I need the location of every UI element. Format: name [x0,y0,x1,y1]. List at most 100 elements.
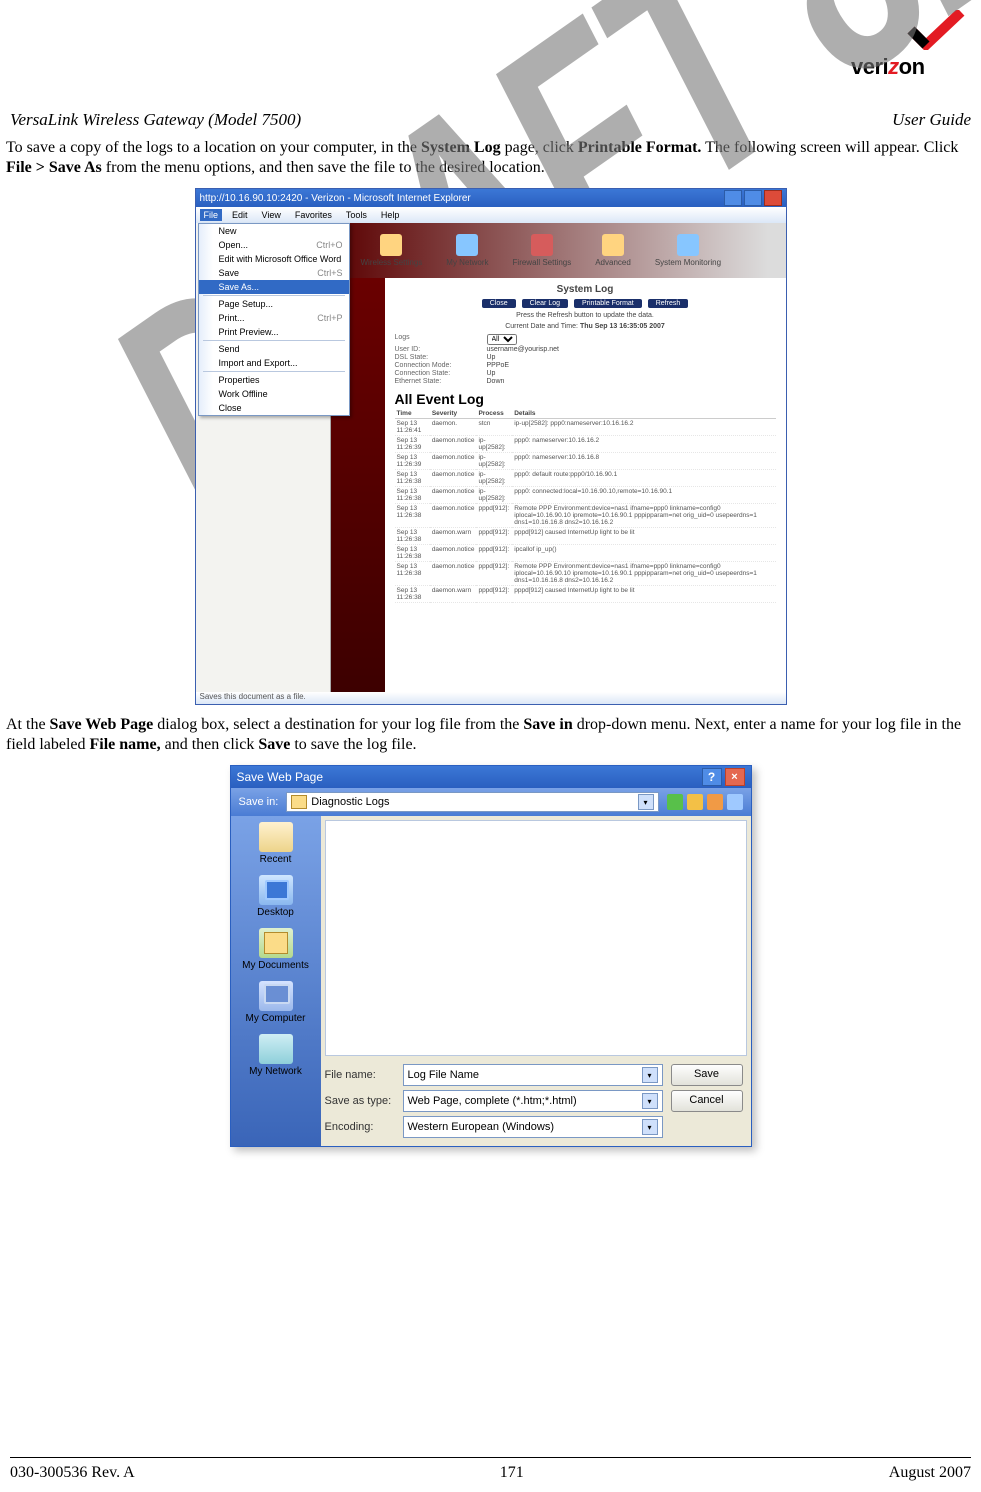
paragraph-2: At the Save Web Page dialog box, select … [6,715,975,755]
chevron-down-icon[interactable]: ▾ [642,1093,658,1109]
file-menu-dropdown: New Open...Ctrl+O Edit with Microsoft Of… [198,223,350,416]
table-row: Sep 13 11:26:41daemon.stcnip-up[2582]: p… [395,419,776,436]
save-as-type-label: Save as type: [325,1095,395,1107]
menu-favorites[interactable]: Favorites [291,209,336,221]
status-row: DSL State:Up [395,354,776,361]
file-name-input[interactable]: Log File Name ▾ [403,1064,663,1086]
menu-view[interactable]: View [258,209,285,221]
tab-firewall[interactable]: Firewall Settings [513,234,572,267]
file-menu-properties[interactable]: Properties [199,373,349,387]
footer-right: August 2007 [889,1464,971,1482]
minimize-icon[interactable] [724,190,742,206]
close-icon[interactable] [764,190,782,206]
encoding-combo[interactable]: Western European (Windows) ▾ [403,1116,663,1138]
menu-edit[interactable]: Edit [228,209,252,221]
btn-clearlog[interactable]: Clear Log [522,299,568,308]
file-menu-edit-with[interactable]: Edit with Microsoft Office Word [199,252,349,266]
table-row: Sep 13 11:26:38daemon.warnpppd[912]:pppd… [395,528,776,545]
verizon-logo: verizon [851,10,971,90]
tab-advanced[interactable]: Advanced [595,234,631,267]
running-header: VersaLink Wireless Gateway (Model 7500) … [10,110,971,130]
table-row: Sep 13 11:26:38daemon.noticeip-up[2582]:… [395,487,776,504]
save-as-type-combo[interactable]: Web Page, complete (*.htm;*.html) ▾ [403,1090,663,1112]
dialog-title-text: Save Web Page [237,770,324,784]
help-icon[interactable]: ? [702,768,722,786]
save-in-value: Diagnostic Logs [311,796,389,808]
back-icon[interactable] [667,794,683,810]
file-menu-new[interactable]: New [199,224,349,238]
places-bar: Recent Desktop My Documents My Computer … [231,816,321,1146]
cancel-button[interactable]: Cancel [671,1090,743,1112]
ie-title-text: http://10.16.90.10:2420 - Verizon - Micr… [200,193,471,204]
file-menu-work-offline[interactable]: Work Offline [199,387,349,401]
save-in-row: Save in: Diagnostic Logs ▾ [231,788,751,816]
tab-system[interactable]: System Monitoring [655,234,721,267]
up-one-level-icon[interactable] [687,794,703,810]
chevron-down-icon[interactable]: ▾ [638,794,654,810]
tab-mynetwork[interactable]: My Network [446,234,488,267]
btn-close[interactable]: Close [482,299,516,308]
maximize-icon[interactable] [744,190,762,206]
footer-left: 030-300536 Rev. A [10,1464,135,1482]
save-in-label: Save in: [239,796,279,808]
menu-tools[interactable]: Tools [342,209,371,221]
place-mycomputer[interactable]: My Computer [240,981,312,1024]
chevron-down-icon[interactable]: ▾ [642,1067,658,1083]
file-menu-close[interactable]: Close [199,401,349,415]
menu-help[interactable]: Help [377,209,404,221]
file-menu-save-as[interactable]: Save As... [199,280,349,294]
table-row: Sep 13 11:26:39daemon.noticeip-up[2582]:… [395,453,776,470]
file-menu-print-preview[interactable]: Print Preview... [199,325,349,339]
save-button[interactable]: Save [671,1064,743,1086]
status-row: Connection Mode:PPPoE [395,362,776,369]
table-row: Sep 13 11:26:38daemon.warnpppd[912]:pppd… [395,586,776,603]
syslog-title: System Log [395,284,776,295]
place-recent[interactable]: Recent [240,822,312,865]
table-row: Sep 13 11:26:38daemon.noticepppd[912]:Re… [395,504,776,528]
file-menu-send[interactable]: Send [199,342,349,356]
btn-refresh[interactable]: Refresh [648,299,689,308]
event-log-table: Time Severity Process Details Sep 13 11:… [395,409,776,603]
table-row: Sep 13 11:26:38daemon.noticepppd[912]:Re… [395,562,776,586]
datetime-row: Current Date and Time: Thu Sep 13 16:35:… [395,323,776,330]
status-row: Ethernet State:Down [395,378,776,385]
status-row: Connection State:Up [395,370,776,377]
menu-file[interactable]: File [200,209,223,221]
place-mynetwork[interactable]: My Network [240,1034,312,1077]
logo-text-z: z [888,54,899,79]
table-row: Sep 13 11:26:38daemon.noticeip-up[2582]:… [395,470,776,487]
file-menu-page-setup[interactable]: Page Setup... [199,297,349,311]
btn-printable[interactable]: Printable Format [574,299,642,308]
footer-center: 171 [500,1464,524,1482]
logo-text-post: on [899,54,925,79]
file-listing-area[interactable] [325,820,747,1056]
ie-statusbar: Saves this document as a file. [196,692,786,704]
file-menu-save[interactable]: SaveCtrl+S [199,266,349,280]
chevron-down-icon[interactable]: ▾ [642,1119,658,1135]
file-menu-open[interactable]: Open...Ctrl+O [199,238,349,252]
paragraph-1: To save a copy of the logs to a location… [6,138,975,178]
router-page: Wireless Settings My Network Firewall Se… [330,223,786,692]
views-icon[interactable] [727,794,743,810]
file-menu-import[interactable]: Import and Export... [199,356,349,370]
place-mydocuments[interactable]: My Documents [240,928,312,971]
logo-text-pre: veri [851,54,888,79]
save-dialog: Save Web Page ? × Save in: Diagnostic Lo… [230,765,752,1147]
status-row: User ID:username@yourisp.net [395,346,776,353]
footer-rule [10,1457,971,1458]
logs-select[interactable]: All [487,334,517,345]
status-row: LogsAll [395,334,776,345]
close-icon[interactable]: × [725,768,745,786]
router-tabs: Wireless Settings My Network Firewall Se… [331,223,786,278]
file-menu-print[interactable]: Print...Ctrl+P [199,311,349,325]
dialog-titlebar: Save Web Page ? × [231,766,751,788]
folder-icon [291,795,307,809]
new-folder-icon[interactable] [707,794,723,810]
ie-screenshot: http://10.16.90.10:2420 - Verizon - Micr… [195,188,787,705]
place-desktop[interactable]: Desktop [240,875,312,918]
ie-titlebar: http://10.16.90.10:2420 - Verizon - Micr… [196,189,786,207]
all-event-log-heading: All Event Log [395,391,776,407]
refresh-hint: Press the Refresh button to update the d… [395,312,776,319]
save-in-combo[interactable]: Diagnostic Logs ▾ [286,792,658,812]
tab-wireless[interactable]: Wireless Settings [361,234,423,267]
